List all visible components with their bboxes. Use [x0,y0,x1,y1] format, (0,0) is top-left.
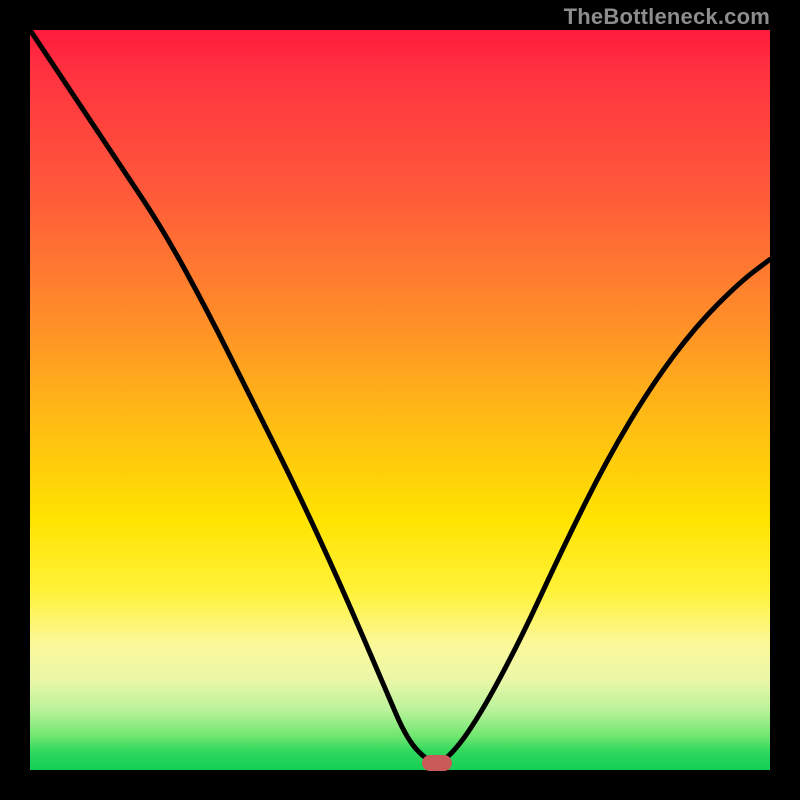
plot-area [30,30,770,770]
watermark-text: TheBottleneck.com [564,4,770,30]
optimal-point-marker [422,755,452,771]
bottleneck-curve [30,30,770,770]
curve-path [30,30,770,763]
chart-frame: TheBottleneck.com [0,0,800,800]
